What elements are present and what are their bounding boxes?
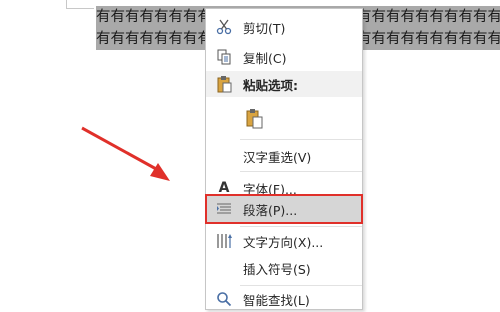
menu-item-text-direction[interactable]: 文字方向(X)... [206,228,362,254]
paragraph-icon [214,199,234,219]
paste-keep-text-only-option[interactable] [206,101,362,135]
menu-item-label: 智能查找(L) [243,292,310,308]
menu-divider [240,226,362,227]
copy-icon [214,47,234,67]
menu-section-label: 粘贴选项: [243,77,298,93]
menu-divider [240,171,362,172]
menu-item-paragraph[interactable]: 段落(P)... [205,194,363,224]
menu-item-copy[interactable]: 复制(C) [206,44,362,70]
menu-item-label: 复制(C) [243,50,287,66]
smart-lookup-icon [214,289,234,309]
menu-item-smart-lookup[interactable]: 智能查找(L) [206,286,362,312]
menu-item-label: 剪切(T) [243,20,286,36]
menu-item-label: 汉字重选(V) [243,149,312,165]
paste-keep-text-icon [244,108,264,129]
text-direction-icon [214,231,234,251]
scissors-icon [214,17,234,37]
menu-item-label: 插入符号(S) [243,261,311,277]
menu-item-hanzi-reselect[interactable]: 汉字重选(V) [206,143,362,169]
clipboard-icon [214,74,234,94]
menu-item-label: 文字方向(X)... [243,234,324,250]
context-menu: 剪切(T) 复制(C) 粘贴选项: 汉字重选(V) A 字体(F)... 段落(… [205,8,363,310]
menu-divider [240,139,362,140]
menu-item-label: 段落(P)... [243,202,298,218]
menu-item-insert-symbol[interactable]: 插入符号(S) [206,255,362,281]
menu-item-cut[interactable]: 剪切(T) [206,14,362,40]
menu-section-paste-options: 粘贴选项: [206,71,362,97]
